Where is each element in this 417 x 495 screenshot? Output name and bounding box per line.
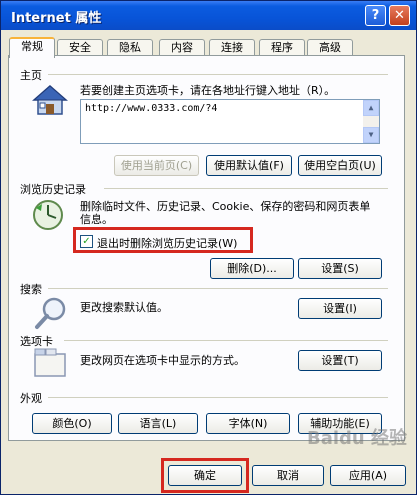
tabs-section-title: 选项卡 bbox=[20, 335, 53, 348]
apply-button[interactable]: 应用(A) bbox=[330, 465, 406, 486]
history-clock-icon bbox=[33, 200, 63, 230]
homepage-url-input[interactable]: http://www.0333.com/?4 ▲ ▼ bbox=[80, 99, 380, 144]
magnifier-icon bbox=[35, 297, 66, 329]
homepage-divider bbox=[48, 74, 388, 75]
homepage-description: 若要创建主页选项卡，请在各地址行键入地址（R）。 bbox=[80, 84, 336, 97]
use-current-button[interactable]: 使用当前页(C) bbox=[114, 155, 199, 176]
search-settings-button[interactable]: 设置(I) bbox=[298, 298, 382, 319]
tabs-divider bbox=[64, 340, 388, 341]
home-icon bbox=[32, 85, 68, 115]
title-bar[interactable]: Internet 属性 ? ✕ bbox=[1, 1, 416, 30]
tabs-description: 更改网页在选项卡中显示的方式。 bbox=[80, 354, 245, 367]
colors-button[interactable]: 颜色(O) bbox=[32, 413, 112, 434]
appearance-section-title: 外观 bbox=[20, 392, 42, 405]
history-description: 删除临时文件、历史记录、Cookie、保存的密码和网页表单信息。 bbox=[80, 200, 371, 226]
baidu-watermark: Baidu 经验 bbox=[306, 428, 407, 449]
search-description: 更改搜索默认值。 bbox=[80, 301, 168, 314]
search-divider bbox=[48, 288, 388, 289]
url-scrollbar[interactable]: ▲ ▼ bbox=[363, 100, 379, 143]
help-button[interactable]: ? bbox=[365, 5, 386, 26]
use-default-button[interactable]: 使用默认值(F) bbox=[206, 155, 292, 176]
delete-history-button[interactable]: 删除(D)... bbox=[210, 258, 294, 279]
checkbox-highlight-frame bbox=[73, 227, 253, 253]
close-button[interactable]: ✕ bbox=[389, 5, 410, 26]
cancel-button[interactable]: 取消 bbox=[252, 465, 324, 486]
window-title: Internet 属性 bbox=[11, 11, 102, 26]
scroll-up-icon[interactable]: ▲ bbox=[363, 100, 379, 116]
history-divider bbox=[104, 188, 388, 189]
scroll-down-icon[interactable]: ▼ bbox=[363, 127, 379, 143]
search-section-title: 搜索 bbox=[20, 283, 42, 296]
fonts-button[interactable]: 字体(N) bbox=[206, 413, 290, 434]
use-blank-button[interactable]: 使用空白页(U) bbox=[298, 155, 382, 176]
tabs-settings-button[interactable]: 设置(T) bbox=[298, 350, 382, 371]
appearance-divider bbox=[48, 397, 388, 398]
history-settings-button[interactable]: 设置(S) bbox=[298, 258, 382, 279]
ok-highlight-frame bbox=[161, 458, 249, 493]
languages-button[interactable]: 语言(L) bbox=[118, 413, 198, 434]
homepage-section-title: 主页 bbox=[20, 69, 42, 82]
history-section-title: 浏览历史记录 bbox=[20, 183, 86, 196]
tab-general[interactable]: 常规 bbox=[9, 37, 55, 58]
tabs-icon bbox=[34, 348, 66, 377]
homepage-url-value: http://www.0333.com/?4 bbox=[85, 103, 218, 114]
